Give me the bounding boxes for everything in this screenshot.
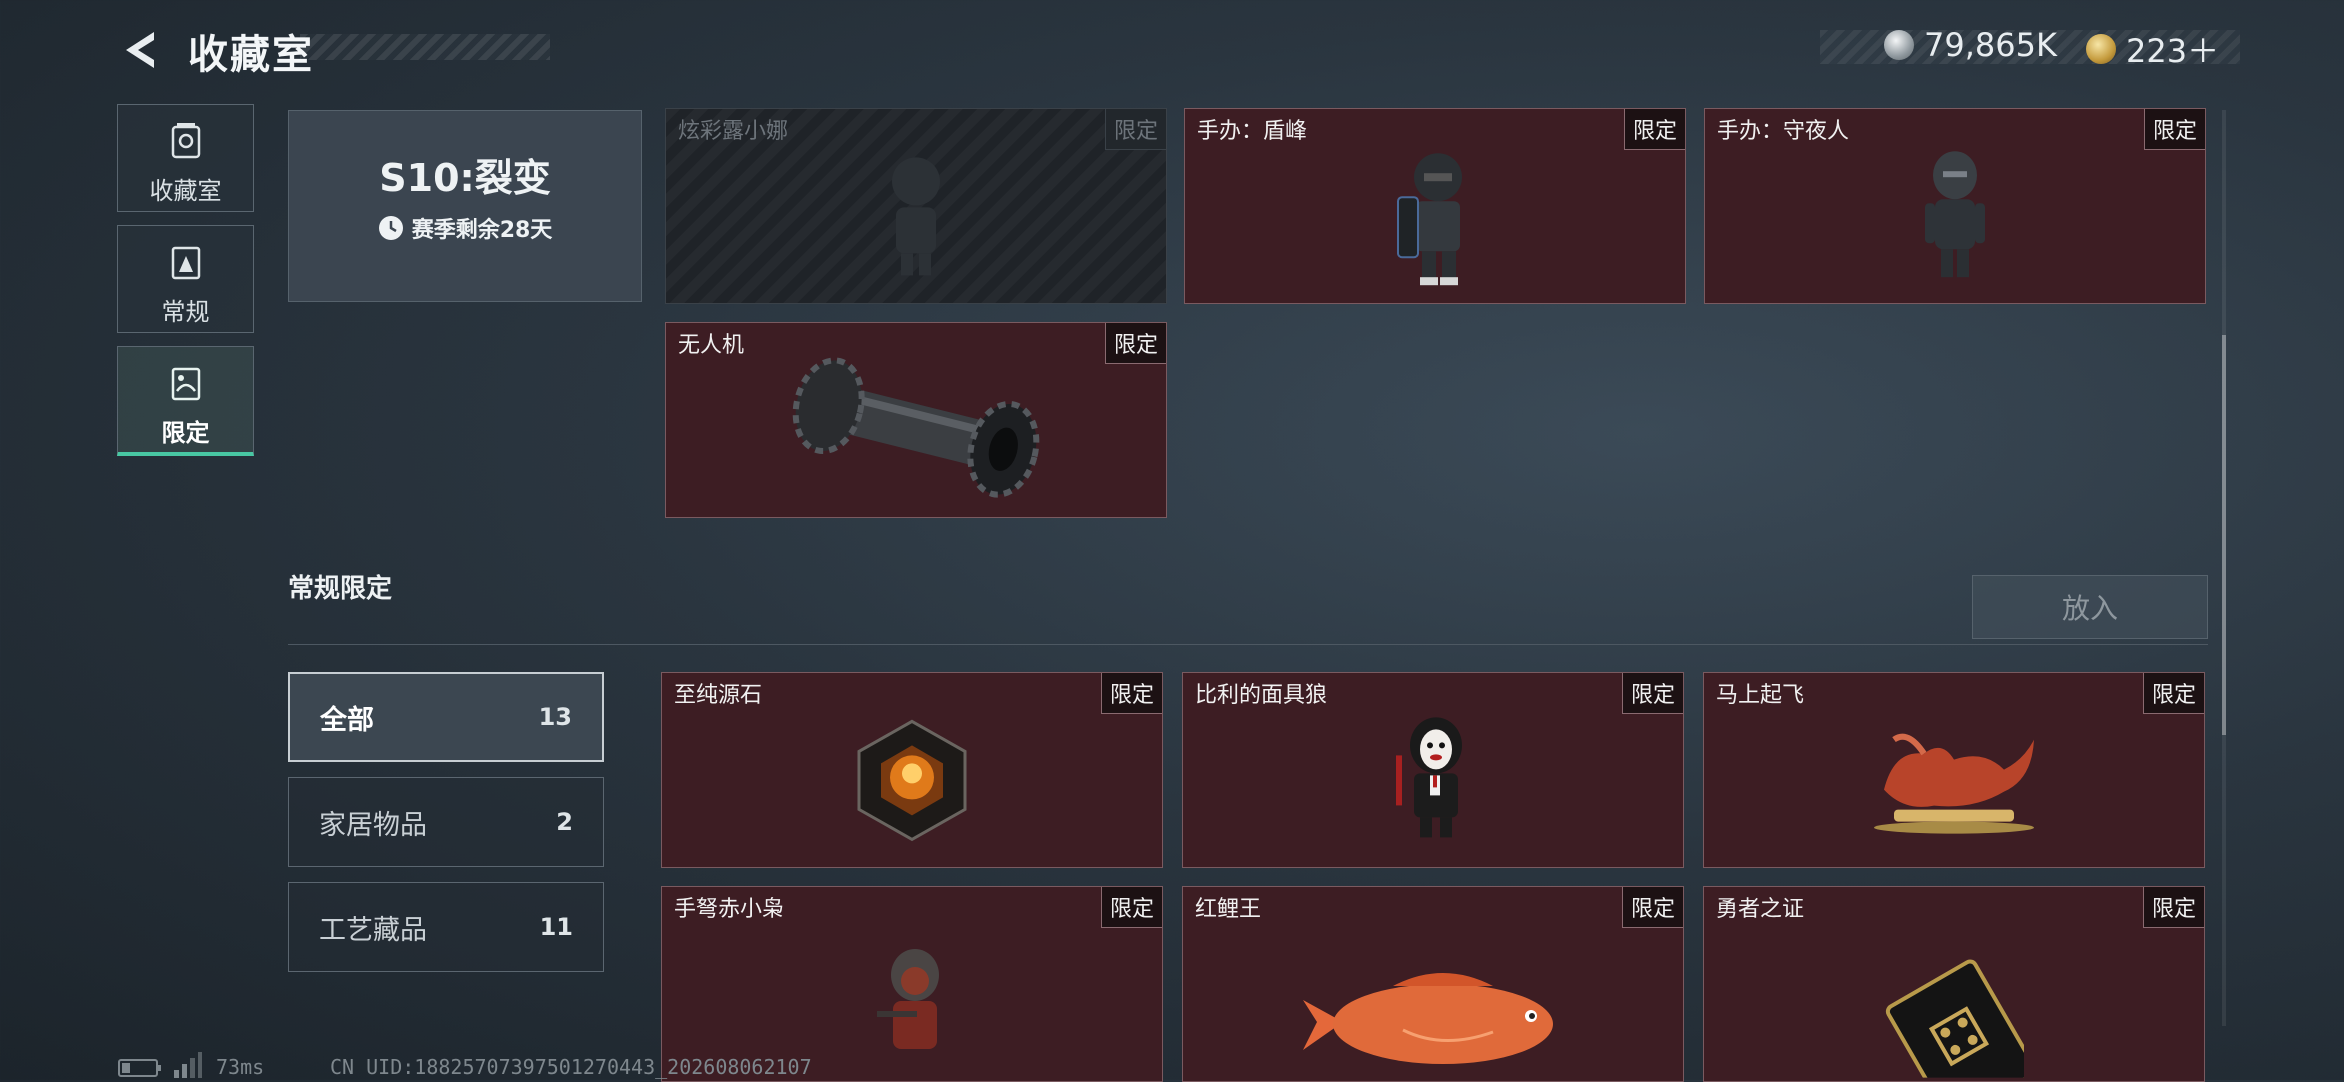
horse-sculpture-icon [1874, 733, 2034, 834]
nav-regular[interactable]: 常规 [117, 225, 254, 333]
item-name: 手办：守夜人 [1717, 119, 1850, 144]
signal-icon [174, 1052, 202, 1078]
limited-tag: 限定 [1100, 673, 1162, 714]
limited-tag: 限定 [2142, 887, 2204, 928]
battery-icon [118, 1059, 161, 1077]
silver-coin-icon [1884, 30, 1914, 60]
nav-limited[interactable]: 限定 [117, 346, 254, 456]
category-count: 13 [538, 703, 572, 731]
mask-figure-icon [1396, 717, 1462, 838]
nav-regular-label: 常规 [161, 298, 210, 326]
category-label: 工艺藏品 [319, 914, 427, 946]
item-name: 手办：盾峰 [1197, 119, 1308, 144]
category-all[interactable]: 全部 13 [288, 672, 604, 762]
item-card-crossbow-owl[interactable]: 手弩赤小枭 限定 [661, 886, 1163, 1082]
nav-collection[interactable]: 收藏室 [117, 104, 254, 212]
item-card-billy-mask[interactable]: 比利的面具狼 限定 [1182, 672, 1684, 868]
item-name: 红鲤王 [1195, 897, 1262, 922]
season-remaining: 赛季剩余28天 [289, 212, 641, 244]
category-count: 11 [539, 913, 573, 941]
regular-icon [171, 246, 200, 280]
limited-tag: 限定 [1104, 109, 1166, 150]
badge-card-icon [1885, 959, 2024, 1078]
section-title: 常规限定 [288, 574, 393, 604]
back-arrow-icon[interactable] [118, 28, 162, 72]
item-card-red-carp-king[interactable]: 红鲤王 限定 [1182, 886, 1684, 1082]
limited-tag: 限定 [1623, 109, 1685, 150]
item-name: 无人机 [678, 333, 745, 358]
carp-fish-icon [1303, 973, 1553, 1064]
category-craft[interactable]: 工艺藏品 11 [288, 882, 604, 972]
gold-coin-icon [2086, 34, 2116, 64]
crossbow-figure-icon [877, 949, 939, 1049]
scrollbar-thumb[interactable] [2222, 335, 2226, 735]
page-title: 收藏室 [188, 32, 314, 78]
shield-figure-icon [1397, 153, 1462, 286]
item-card-drone[interactable]: 无人机 限定 [665, 322, 1167, 518]
gold-currency[interactable]: 223＋ [2086, 26, 2219, 72]
gem-stone-icon [857, 719, 967, 842]
nav-collection-label: 收藏室 [149, 177, 222, 205]
season-remaining-text: 赛季剩余28天 [411, 218, 553, 243]
uid-text: CN UID:18825707397501270443_202608062107 [330, 1055, 812, 1079]
limited-tag: 限定 [1104, 323, 1166, 364]
night-watch-figure-icon [1925, 151, 1985, 278]
category-label: 家居物品 [319, 809, 427, 841]
item-name: 勇者之证 [1716, 897, 1805, 922]
item-name: 炫彩露小娜 [678, 119, 789, 144]
figure-silhouette-icon [892, 157, 940, 276]
item-card-shield-peak[interactable]: 手办：盾峰 限定 [1184, 108, 1686, 304]
gold-amount: 223＋ [2126, 32, 2220, 70]
limited-tag: 限定 [2142, 673, 2204, 714]
season-title: S10:裂变 [379, 156, 551, 200]
limited-tag: 限定 [1621, 673, 1683, 714]
clock-icon [378, 216, 403, 240]
item-name: 手弩赤小枭 [674, 897, 785, 922]
drone-roller-icon [792, 357, 1040, 498]
category-label: 全部 [320, 704, 374, 736]
limited-tag: 限定 [1621, 887, 1683, 928]
category-count: 2 [556, 808, 573, 836]
nav-limited-label: 限定 [161, 419, 210, 447]
put-in-button[interactable]: 放入 [1972, 575, 2208, 639]
limited-tag: 限定 [1100, 887, 1162, 928]
section-divider [288, 644, 2208, 645]
ping-text: 73ms [216, 1055, 265, 1079]
collection-icon [171, 123, 200, 159]
item-card-hero-proof[interactable]: 勇者之证 限定 [1703, 886, 2205, 1082]
limited-tag: 限定 [2143, 109, 2205, 150]
item-name: 马上起飞 [1716, 683, 1805, 708]
category-home[interactable]: 家居物品 2 [288, 777, 604, 867]
title-stripe-decoration [300, 34, 550, 60]
item-name: 比利的面具狼 [1195, 683, 1328, 708]
item-card-take-off[interactable]: 马上起飞 限定 [1703, 672, 2205, 868]
limited-icon [171, 367, 200, 401]
silver-currency: 79,865K [1884, 26, 2057, 64]
season-panel: S10:裂变 赛季剩余28天 [288, 110, 642, 302]
silver-amount: 79,865K [1924, 26, 2057, 64]
item-name: 至纯源石 [674, 683, 763, 708]
item-card-pure-stone[interactable]: 至纯源石 限定 [661, 672, 1163, 868]
item-card-night-watch[interactable]: 手办：守夜人 限定 [1704, 108, 2206, 304]
item-card-locked[interactable]: 炫彩露小娜 限定 [665, 108, 1167, 304]
